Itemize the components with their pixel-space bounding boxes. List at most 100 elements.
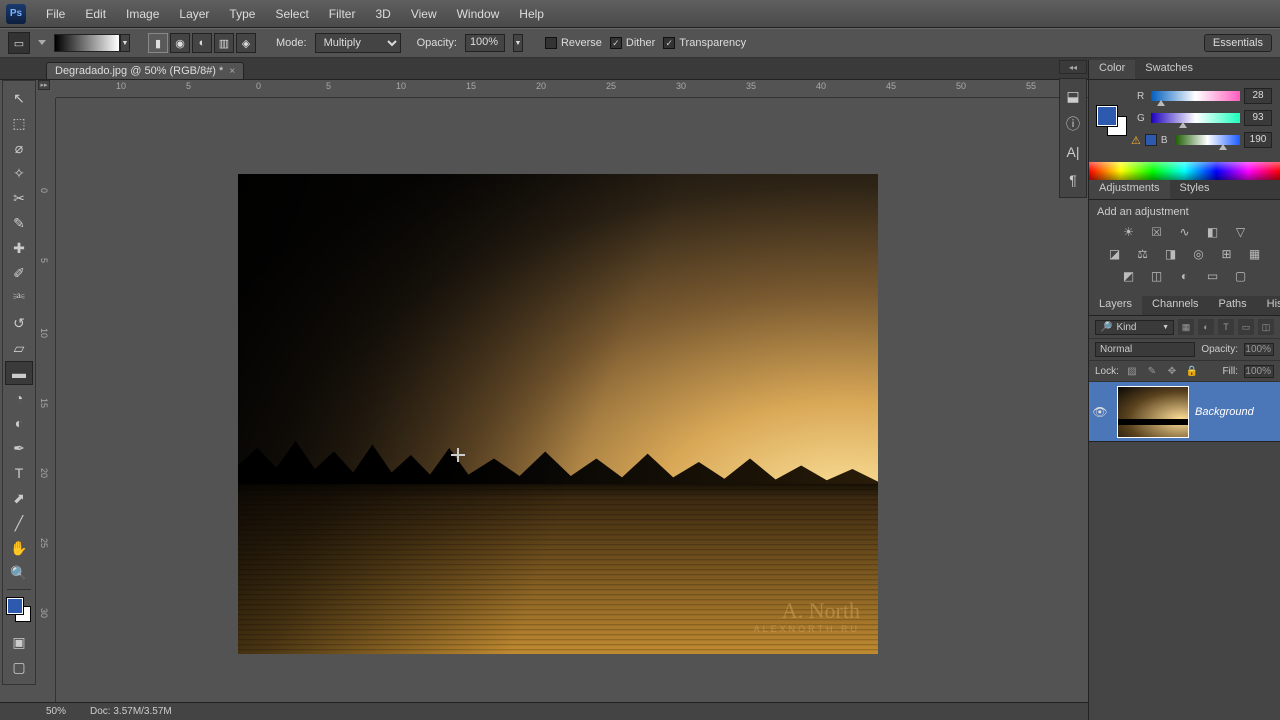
adj-selective-color-icon[interactable]: ▢ xyxy=(1232,268,1250,284)
gradient-tool[interactable]: ▬ xyxy=(5,361,33,385)
layer-row[interactable]: 👁 Background xyxy=(1089,382,1280,442)
adj-bw-icon[interactable]: ◨ xyxy=(1162,246,1180,262)
r-slider[interactable] xyxy=(1151,91,1240,101)
adj-color-balance-icon[interactable]: ⚖ xyxy=(1134,246,1152,262)
lasso-tool[interactable]: ⌀ xyxy=(5,136,33,160)
b-slider[interactable] xyxy=(1175,135,1240,145)
adj-posterize-icon[interactable]: ◫ xyxy=(1148,268,1166,284)
closest-color-chip[interactable] xyxy=(1145,134,1157,146)
history-brush-tool[interactable]: ↺ xyxy=(5,311,33,335)
tab-channels[interactable]: Channels xyxy=(1142,296,1208,315)
adj-vibrance-icon[interactable]: ▽ xyxy=(1232,224,1250,240)
tool-preset-picker[interactable]: ▭ xyxy=(8,32,30,54)
expand-toolbar-icon[interactable]: ▸▸ xyxy=(38,80,50,90)
info-icon[interactable]: ⓘ xyxy=(1064,115,1082,133)
menu-help[interactable]: Help xyxy=(509,7,554,21)
tab-adjustments[interactable]: Adjustments xyxy=(1089,180,1170,199)
menu-select[interactable]: Select xyxy=(265,7,318,21)
lock-pixels-icon[interactable]: ✎ xyxy=(1145,364,1159,378)
layer-filter-kind[interactable]: 🔎 Kind ▼ xyxy=(1095,320,1174,335)
eraser-tool[interactable]: ▱ xyxy=(5,336,33,360)
brush-tool[interactable]: ✐ xyxy=(5,261,33,285)
filter-smart-icon[interactable]: ◫ xyxy=(1258,319,1274,335)
color-ramp[interactable] xyxy=(1089,162,1280,180)
adj-gradient-map-icon[interactable]: ▭ xyxy=(1204,268,1222,284)
r-value[interactable]: 28 xyxy=(1244,88,1272,104)
filter-shape-icon[interactable]: ▭ xyxy=(1238,319,1254,335)
gradient-angle-button[interactable]: ◐ xyxy=(192,33,212,53)
layer-thumbnail[interactable] xyxy=(1117,386,1189,438)
blend-mode-select[interactable]: Normal xyxy=(1095,342,1195,357)
filter-type-icon[interactable]: T xyxy=(1218,319,1234,335)
g-value[interactable]: 93 xyxy=(1244,110,1272,126)
gradient-diamond-button[interactable]: ◈ xyxy=(236,33,256,53)
gradient-radial-button[interactable]: ◉ xyxy=(170,33,190,53)
menu-type[interactable]: Type xyxy=(219,7,265,21)
menu-view[interactable]: View xyxy=(401,7,447,21)
move-tool[interactable]: ↖ xyxy=(5,86,33,110)
color-swatches[interactable] xyxy=(5,596,33,624)
close-tab-icon[interactable]: × xyxy=(229,66,235,77)
layer-visibility-icon[interactable]: 👁 xyxy=(1089,405,1111,419)
filter-pixel-icon[interactable]: ▦ xyxy=(1178,319,1194,335)
hand-tool[interactable]: ✋ xyxy=(5,536,33,560)
adj-hue-icon[interactable]: ◪ xyxy=(1106,246,1124,262)
layer-name[interactable]: Background xyxy=(1195,406,1254,418)
quick-mask-button[interactable]: ▣ xyxy=(5,630,33,654)
adj-curves-icon[interactable]: ∿ xyxy=(1176,224,1194,240)
menu-window[interactable]: Window xyxy=(447,7,510,21)
dodge-tool[interactable]: ◐ xyxy=(5,411,33,435)
tab-history[interactable]: History xyxy=(1257,296,1280,315)
lock-all-icon[interactable]: 🔒 xyxy=(1185,364,1199,378)
adj-invert-icon[interactable]: ◩ xyxy=(1120,268,1138,284)
canvas[interactable]: A. North ALEXNORTH.RU xyxy=(238,174,878,654)
zoom-tool[interactable]: 🔍 xyxy=(5,561,33,585)
crop-tool[interactable]: ✂ xyxy=(5,186,33,210)
magic-wand-tool[interactable]: ✧ xyxy=(5,161,33,185)
menu-file[interactable]: File xyxy=(36,7,75,21)
menu-edit[interactable]: Edit xyxy=(75,7,116,21)
gradient-linear-button[interactable]: ▮ xyxy=(148,33,168,53)
adj-channel-mixer-icon[interactable]: ⊞ xyxy=(1218,246,1236,262)
lock-position-icon[interactable]: ✥ xyxy=(1165,364,1179,378)
panel-color-swatches[interactable] xyxy=(1097,106,1127,136)
menu-image[interactable]: Image xyxy=(116,7,169,21)
healing-brush-tool[interactable]: ✚ xyxy=(5,236,33,260)
opacity-field[interactable]: 100% xyxy=(465,34,505,52)
zoom-level[interactable]: 50% xyxy=(46,706,66,717)
adj-threshold-icon[interactable]: ◐ xyxy=(1176,268,1194,284)
tab-layers[interactable]: Layers xyxy=(1089,296,1142,315)
path-selection-tool[interactable]: ⬈ xyxy=(5,486,33,510)
gradient-preview[interactable] xyxy=(54,34,120,52)
adj-photo-filter-icon[interactable]: ◎ xyxy=(1190,246,1208,262)
g-slider[interactable] xyxy=(1151,113,1240,123)
adj-levels-icon[interactable]: ⮽ xyxy=(1148,224,1166,240)
b-value[interactable]: 190 xyxy=(1244,132,1272,148)
gradient-picker-dropdown[interactable]: ▼ xyxy=(120,34,130,52)
adj-brightness-icon[interactable]: ☀ xyxy=(1120,224,1138,240)
tab-paths[interactable]: Paths xyxy=(1209,296,1257,315)
reverse-checkbox[interactable] xyxy=(545,37,557,49)
doc-size[interactable]: Doc: 3.57M/3.57M xyxy=(90,706,172,717)
screen-mode-button[interactable]: ▢ xyxy=(5,655,33,679)
collapse-panels-icon[interactable]: ◂◂ xyxy=(1059,60,1087,74)
fill-field[interactable]: 100% xyxy=(1244,365,1274,378)
gamut-warning-icon[interactable]: ⚠ xyxy=(1131,134,1141,147)
tab-swatches[interactable]: Swatches xyxy=(1135,60,1203,79)
adj-color-lookup-icon[interactable]: ▦ xyxy=(1246,246,1264,262)
menu-filter[interactable]: Filter xyxy=(319,7,366,21)
gradient-reflected-button[interactable]: ▥ xyxy=(214,33,234,53)
transparency-checkbox[interactable]: ✓ xyxy=(663,37,675,49)
menu-3d[interactable]: 3D xyxy=(365,7,400,21)
blur-tool[interactable]: ◔ xyxy=(5,386,33,410)
tab-styles[interactable]: Styles xyxy=(1170,180,1220,199)
layer-opacity-field[interactable]: 100% xyxy=(1244,343,1274,356)
mode-select[interactable]: Multiply xyxy=(315,33,401,53)
dither-checkbox[interactable]: ✓ xyxy=(610,37,622,49)
marquee-tool[interactable]: ⬚ xyxy=(5,111,33,135)
menu-layer[interactable]: Layer xyxy=(169,7,219,21)
pen-tool[interactable]: ✒ xyxy=(5,436,33,460)
eyedropper-tool[interactable]: ✎ xyxy=(5,211,33,235)
lock-transparency-icon[interactable]: ▨ xyxy=(1125,364,1139,378)
tab-color[interactable]: Color xyxy=(1089,60,1135,79)
